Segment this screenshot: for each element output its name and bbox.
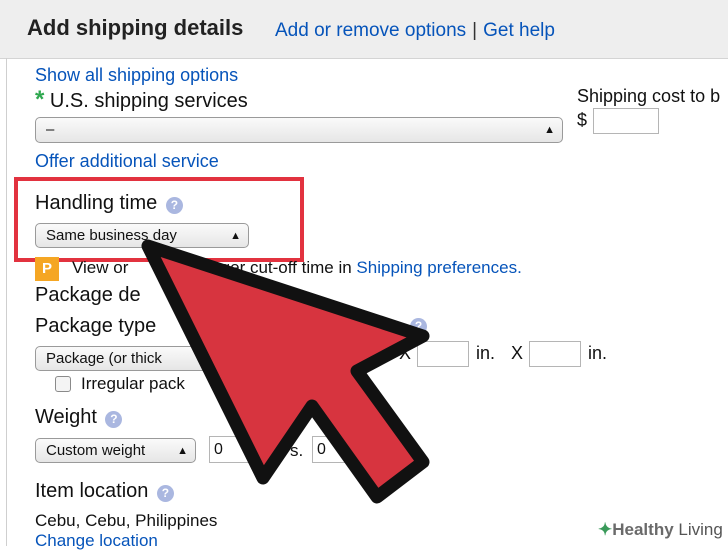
watermark-brand-b: Living xyxy=(673,520,723,539)
watermark-brand-a: Healthy xyxy=(612,520,674,539)
watermark: ✦Healthy Living xyxy=(594,520,728,546)
red-arrow-icon xyxy=(141,239,430,504)
pointer-arrow-overlay xyxy=(141,239,430,504)
leaf-logo-icon: ✦ xyxy=(598,520,613,539)
